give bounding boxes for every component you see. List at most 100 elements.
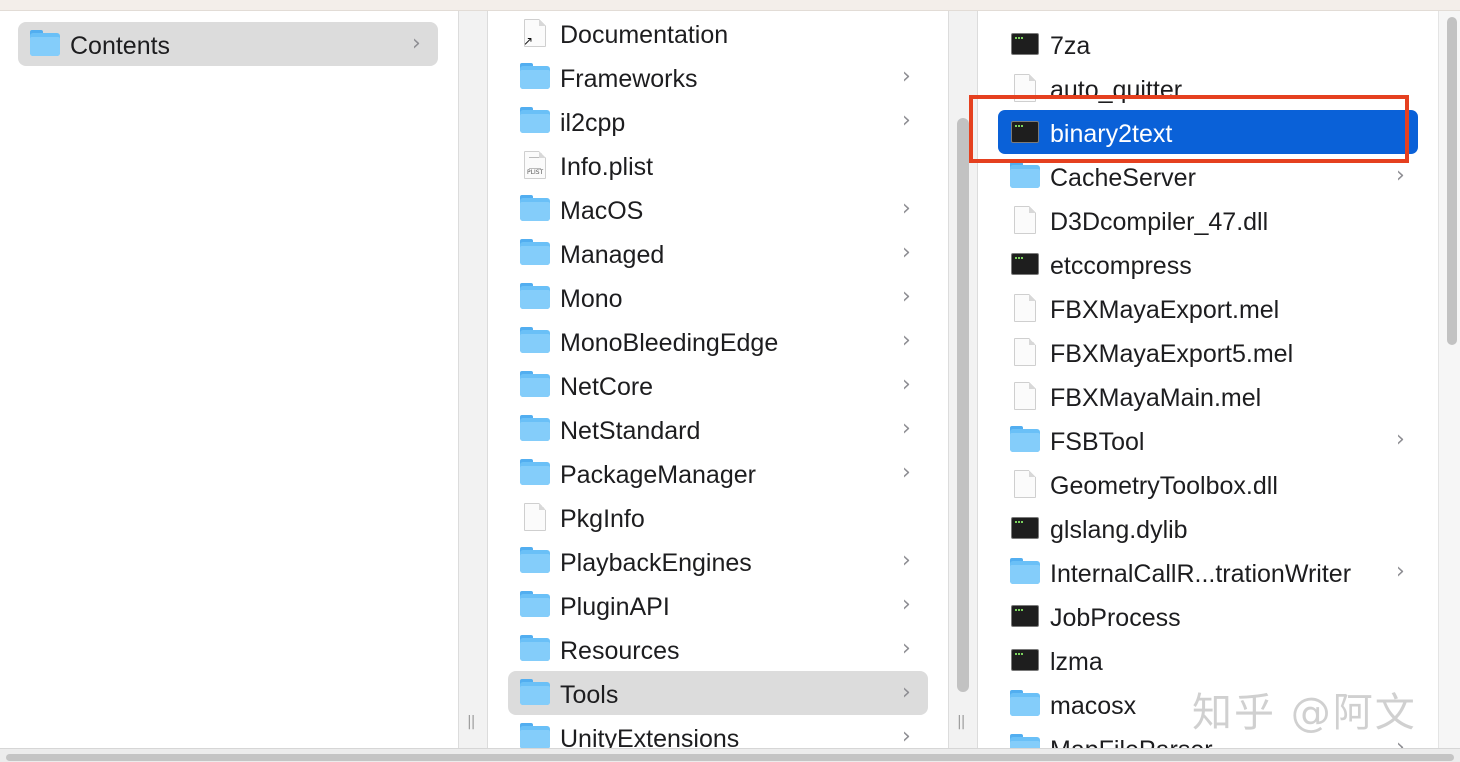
item-label: Contents — [70, 32, 171, 60]
folder-row[interactable]: Frameworks › — [488, 55, 948, 99]
folder-row[interactable]: MonoBleedingEdge › — [488, 319, 948, 363]
folder-icon — [520, 239, 550, 267]
plist-icon: PLIST — [520, 151, 550, 179]
item-label: macosx — [1050, 692, 1137, 720]
finder-column-1: Contents › — [0, 11, 458, 748]
folder-icon — [1010, 426, 1040, 454]
item-label: Info.plist — [560, 153, 654, 181]
item-label: Tools — [560, 681, 619, 709]
folder-row[interactable]: UnityExtensions › — [488, 715, 948, 748]
chevron-right-icon: › — [902, 328, 911, 353]
executable-icon — [1010, 646, 1040, 674]
folder-row[interactable]: PlaybackEngines › — [488, 539, 948, 583]
document-icon — [1010, 338, 1040, 366]
column-resize-handle-2[interactable]: || — [957, 714, 966, 730]
item-label: Managed — [560, 241, 665, 269]
file-row[interactable]: D3Dcompiler_47.dll — [978, 198, 1438, 242]
chevron-right-icon: › — [1396, 163, 1405, 188]
chevron-right-icon: › — [1396, 427, 1405, 452]
column-2-scrollbar-thumb[interactable] — [957, 118, 969, 692]
folder-row[interactable]: InternalCallR...trationWriter › — [978, 550, 1438, 594]
folder-row[interactable]: Contents › — [0, 22, 458, 66]
folder-icon — [520, 195, 550, 223]
item-label: D3Dcompiler_47.dll — [1050, 208, 1269, 236]
item-label: PlaybackEngines — [560, 549, 752, 577]
folder-icon — [520, 723, 550, 748]
chevron-right-icon: › — [902, 680, 911, 705]
item-label: PkgInfo — [560, 505, 645, 533]
finder-column-2: ↗ Documentation Frameworks › il2cpp › PLIST Inf… — [488, 11, 948, 748]
item-label: glslang.dylib — [1050, 516, 1188, 544]
folder-icon — [520, 371, 550, 399]
executable-icon — [1010, 514, 1040, 542]
item-label: JobProcess — [1050, 604, 1181, 632]
folder-icon — [520, 107, 550, 135]
file-row[interactable]: JobProcess — [978, 594, 1438, 638]
folder-icon — [30, 30, 60, 58]
item-label: 7za — [1050, 32, 1091, 60]
file-row[interactable]: FBXMayaExport5.mel — [978, 330, 1438, 374]
file-row[interactable]: PLIST Info.plist — [488, 143, 948, 187]
folder-icon — [1010, 162, 1040, 190]
folder-icon — [1010, 558, 1040, 586]
item-label: il2cpp — [560, 109, 626, 137]
column-divider-1[interactable] — [458, 11, 488, 748]
executable-icon — [1010, 30, 1040, 58]
document-icon — [520, 503, 550, 531]
document-icon — [1010, 382, 1040, 410]
file-row[interactable]: FBXMayaExport.mel — [978, 286, 1438, 330]
folder-icon — [520, 63, 550, 91]
folder-row[interactable]: NetCore › — [488, 363, 948, 407]
item-label: InternalCallR...trationWriter — [1050, 560, 1352, 588]
item-label: MacOS — [560, 197, 644, 225]
folder-icon — [520, 679, 550, 707]
column-resize-handle-1[interactable]: || — [467, 714, 476, 730]
item-label: MonoBleedingEdge — [560, 329, 779, 357]
file-row[interactable]: 7za — [978, 22, 1438, 66]
document-icon — [1010, 206, 1040, 234]
file-row[interactable]: lzma — [978, 638, 1438, 682]
chevron-right-icon: › — [902, 372, 911, 397]
folder-row[interactable]: Mono › — [488, 275, 948, 319]
file-row[interactable]: GeometryToolbox.dll — [978, 462, 1438, 506]
folder-icon — [520, 327, 550, 355]
item-label: CacheServer — [1050, 164, 1196, 192]
item-label: UnityExtensions — [560, 725, 740, 748]
file-row[interactable]: glslang.dylib — [978, 506, 1438, 550]
item-label: NetCore — [560, 373, 654, 401]
folder-row[interactable]: PluginAPI › — [488, 583, 948, 627]
chevron-right-icon: › — [902, 592, 911, 617]
folder-row[interactable]: Tools › — [488, 671, 948, 715]
column-3-scrollbar-thumb[interactable] — [1447, 17, 1457, 345]
file-row[interactable]: FBXMayaMain.mel — [978, 374, 1438, 418]
alias-document-icon: ↗ — [520, 19, 550, 48]
folder-icon — [1010, 734, 1040, 748]
executable-icon — [1010, 602, 1040, 630]
item-label: FBXMayaExport.mel — [1050, 296, 1280, 324]
item-label: FSBTool — [1050, 428, 1145, 456]
item-label: FBXMayaMain.mel — [1050, 384, 1262, 412]
item-label: MapFileParser — [1050, 736, 1213, 748]
folder-row[interactable]: FSBTool › — [978, 418, 1438, 462]
item-label: PluginAPI — [560, 593, 670, 621]
folder-row[interactable]: Resources › — [488, 627, 948, 671]
executable-icon — [1010, 250, 1040, 278]
folder-icon — [520, 283, 550, 311]
file-row[interactable]: PkgInfo — [488, 495, 948, 539]
folder-row[interactable]: NetStandard › — [488, 407, 948, 451]
chevron-right-icon: › — [902, 108, 911, 133]
chevron-right-icon: › — [902, 240, 911, 265]
folder-row[interactable]: PackageManager › — [488, 451, 948, 495]
file-row[interactable]: etccompress — [978, 242, 1438, 286]
chevron-right-icon: › — [1396, 559, 1405, 584]
folder-row[interactable]: Managed › — [488, 231, 948, 275]
chevron-right-icon: › — [902, 284, 911, 309]
folder-row[interactable]: MacOS › — [488, 187, 948, 231]
folder-icon — [520, 459, 550, 487]
horizontal-scrollbar-thumb[interactable] — [6, 754, 1454, 761]
file-row[interactable]: ↗ Documentation — [488, 11, 948, 55]
item-label: PackageManager — [560, 461, 756, 489]
folder-row[interactable]: il2cpp › — [488, 99, 948, 143]
folder-icon — [520, 635, 550, 663]
chevron-right-icon: › — [902, 460, 911, 485]
